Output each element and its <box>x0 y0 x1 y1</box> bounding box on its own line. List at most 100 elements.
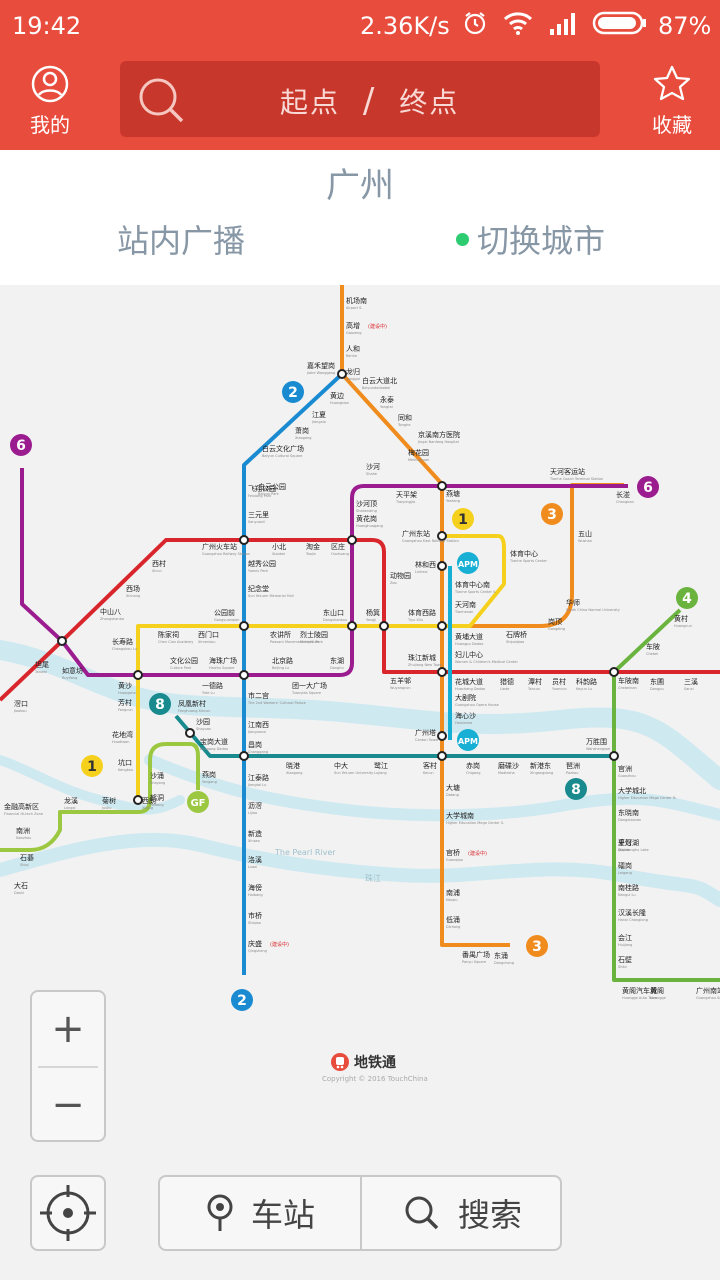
station-label[interactable]: 动物园 <box>390 571 411 580</box>
station-label[interactable]: 妇儿中心 <box>455 650 483 659</box>
station-label[interactable]: 北京路 <box>272 656 293 665</box>
station-label[interactable]: 花地湾 <box>112 730 133 739</box>
station-label[interactable]: 永泰 <box>380 395 394 404</box>
station-label[interactable]: 京溪南方医院 <box>418 430 460 439</box>
station-label[interactable]: 大石 <box>14 881 28 890</box>
station-label[interactable]: 三溪 <box>684 677 698 686</box>
station-label[interactable]: 南洲 <box>16 826 30 835</box>
station-label[interactable]: 科韵路 <box>576 677 597 686</box>
station-label[interactable]: 江南西 <box>248 720 269 729</box>
station-label[interactable]: 江泰路 <box>248 773 269 782</box>
station-label[interactable]: 江夏 <box>312 411 326 419</box>
zoom-out-button[interactable]: − <box>32 1068 104 1142</box>
station-label[interactable]: 如意坊 <box>62 666 83 675</box>
station-label[interactable]: 官洲 <box>618 764 632 773</box>
station-label[interactable]: 天河南 <box>455 600 476 609</box>
station-label[interactable]: 金融高新区 <box>4 802 39 811</box>
station-label[interactable]: 飞翔公园 <box>248 484 276 493</box>
station-label[interactable]: 梅花园 <box>408 448 429 457</box>
station-label[interactable]: 中大 <box>334 761 348 770</box>
station-label[interactable]: 西门口 <box>198 630 219 639</box>
station-label[interactable]: 琶洲 <box>566 762 580 770</box>
station-label[interactable]: 白云文化广场 <box>262 444 304 453</box>
station-label[interactable]: 南浦 <box>446 888 460 897</box>
station-label[interactable]: 天河客运站 <box>550 467 585 476</box>
station-label[interactable]: 沙园 <box>196 718 210 726</box>
station-label[interactable]: 东圃 <box>650 677 664 686</box>
station-label[interactable]: 华师 <box>566 598 580 607</box>
station-label[interactable]: 菊树 <box>102 796 116 805</box>
station-label[interactable]: 广州塔 <box>415 728 436 737</box>
station-label[interactable]: 番禺广场 <box>462 950 490 959</box>
station-label[interactable]: 纪念堂 <box>248 584 269 593</box>
station-label[interactable]: 高增 <box>346 321 360 330</box>
station-label[interactable]: 沙河顶 <box>356 500 377 508</box>
station-label[interactable]: 长寿路 <box>112 637 133 646</box>
station-label[interactable]: 石碁 <box>20 853 34 862</box>
favorites-button[interactable]: 收藏 <box>640 64 704 138</box>
station-label[interactable]: 中山八 <box>100 607 121 616</box>
station-label[interactable]: 区庄 <box>331 542 345 551</box>
station-label[interactable]: 林和西 <box>415 560 436 569</box>
station-label[interactable]: 昌岗 <box>248 741 262 749</box>
station-label[interactable]: 珠江新城 <box>408 653 436 662</box>
station-label[interactable]: 黄阁 <box>650 986 664 995</box>
station-label[interactable]: 沙河 <box>366 463 380 471</box>
station-label[interactable]: 三元里 <box>248 511 269 519</box>
station-label[interactable]: 杨箕 <box>366 608 380 617</box>
station-label[interactable]: 小北 <box>272 542 286 551</box>
station-label[interactable]: 陈家祠 <box>158 630 179 639</box>
station-label[interactable]: 沙涌 <box>150 771 164 780</box>
station-label[interactable]: 农讲所 <box>270 630 291 639</box>
station-label[interactable]: 石壁 <box>618 955 632 964</box>
station-label[interactable]: 东涌 <box>494 951 508 960</box>
station-label[interactable]: 燕塘 <box>446 489 460 498</box>
station-label[interactable]: 五山 <box>578 529 592 538</box>
station-label[interactable]: 海傍 <box>248 883 262 892</box>
station-label[interactable]: 庆盛 <box>248 939 262 948</box>
station-label[interactable]: 机场南 <box>346 296 367 305</box>
station-label[interactable]: 洛溪 <box>248 855 262 864</box>
station-label[interactable]: 西场 <box>126 584 140 593</box>
me-button[interactable]: 我的 <box>18 64 82 138</box>
station-label[interactable]: 夏滘 <box>618 838 632 847</box>
station-label[interactable]: 大塘 <box>446 783 460 792</box>
station-label[interactable]: 长湴 <box>616 490 630 499</box>
station-label[interactable]: 花城大道 <box>455 677 483 686</box>
station-label[interactable]: 万胜围 <box>586 737 607 746</box>
station-label[interactable]: 石牌桥 <box>506 630 527 639</box>
station-label[interactable]: 海心沙 <box>455 711 476 720</box>
station-label[interactable]: 猎德 <box>500 677 514 686</box>
station-label[interactable]: 南桂路 <box>618 883 639 892</box>
station-label[interactable]: 东湖 <box>330 656 344 665</box>
station-label[interactable]: 磨碟沙 <box>498 761 519 770</box>
station-label[interactable]: 芳村 <box>118 698 132 707</box>
station-label[interactable]: 滘口 <box>14 699 28 708</box>
station-label[interactable]: 大学城北 <box>618 786 646 795</box>
locate-button[interactable] <box>30 1175 106 1251</box>
station-label[interactable]: 越秀公园 <box>248 559 276 568</box>
station-label[interactable]: 体育西路 <box>408 608 436 617</box>
station-label[interactable]: 东晓南 <box>618 808 639 817</box>
station-label[interactable]: 黄埔大道 <box>455 632 483 641</box>
station-label[interactable]: 员村 <box>552 677 566 686</box>
station-label[interactable]: 白云大道北 <box>362 376 397 385</box>
station-broadcast-link[interactable]: 站内广播 <box>117 216 245 262</box>
zoom-in-button[interactable]: + <box>32 992 104 1066</box>
station-label[interactable]: 烈士陵园 <box>300 630 328 639</box>
station-label[interactable]: 大学城南 <box>446 811 474 820</box>
origin-input[interactable]: 起点 <box>280 86 340 119</box>
station-label[interactable]: 淘金 <box>306 542 320 551</box>
station-label[interactable]: 体育中心 <box>510 549 538 558</box>
station-label[interactable]: 海珠广场 <box>209 656 237 665</box>
station-label[interactable]: 龙溪 <box>64 796 78 805</box>
station-label[interactable]: 西朗 <box>142 796 156 805</box>
station-label[interactable]: 鹭江 <box>374 761 388 770</box>
station-label[interactable]: 岗顶 <box>548 618 562 626</box>
station-label[interactable]: 广州火车站 <box>202 542 237 551</box>
station-label[interactable]: 赤岗 <box>466 762 480 770</box>
station-label[interactable]: 五羊邨 <box>390 676 411 685</box>
station-label[interactable]: 车陂 <box>646 642 660 651</box>
station-label[interactable]: 大剧院 <box>455 693 476 702</box>
station-label[interactable]: 低涌 <box>446 915 460 924</box>
